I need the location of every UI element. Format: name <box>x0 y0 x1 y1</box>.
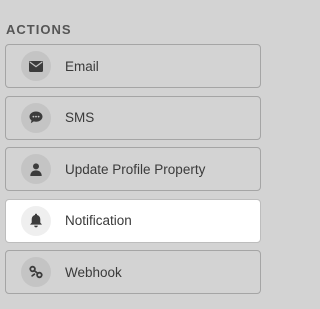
action-item-update-profile-property[interactable]: Update Profile Property <box>5 147 261 191</box>
action-label: Webhook <box>65 264 122 280</box>
action-label: SMS <box>65 110 95 125</box>
action-item-email[interactable]: Email <box>5 44 261 88</box>
action-label: Update Profile Property <box>65 161 206 177</box>
chat-bubble-icon <box>21 102 51 133</box>
action-list: Email SMS Update Profile Property Notifi… <box>5 44 261 302</box>
bell-icon <box>21 205 51 236</box>
action-label: Notification <box>65 213 132 228</box>
action-item-webhook[interactable]: Webhook <box>5 250 261 294</box>
action-item-notification[interactable]: Notification <box>5 198 261 243</box>
section-title: ACTIONS <box>6 22 72 37</box>
actions-panel: ACTIONS Email SMS Update Profile Propert… <box>0 0 267 309</box>
envelope-icon <box>21 51 51 81</box>
action-label: Email <box>65 58 99 74</box>
action-item-sms[interactable]: SMS <box>5 95 261 140</box>
user-icon <box>21 154 51 184</box>
webhook-link-icon <box>21 257 51 287</box>
